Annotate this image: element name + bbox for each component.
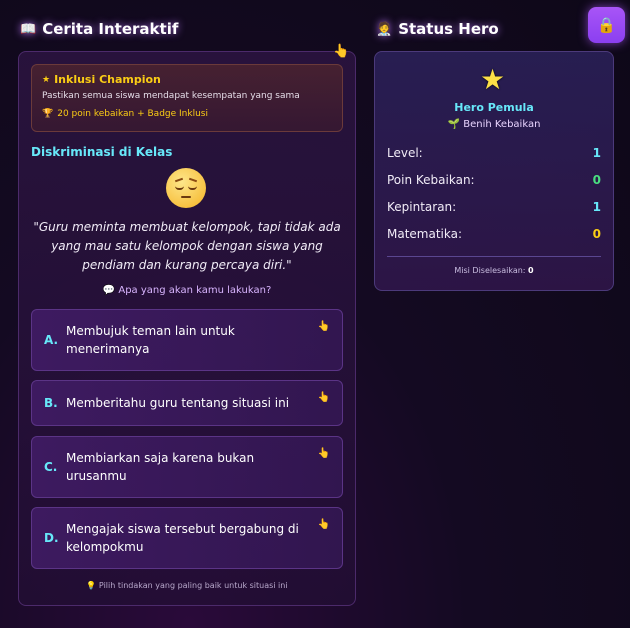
- mission-reward-text: 20 poin kebaikan + Badge Inklusi: [57, 109, 208, 119]
- stat-label: Level:: [387, 146, 423, 160]
- mission-card: ★ Inklusi Champion Pastikan semua siswa …: [31, 64, 343, 132]
- stat-value: 0: [592, 227, 601, 241]
- pensive-face-icon: [166, 168, 206, 208]
- choice-text: Membujuk teman lain untuk menerimanya: [66, 324, 235, 356]
- choice-text: Membiarkan saja karena bukan urusanmu: [66, 451, 255, 483]
- scene-title: Diskriminasi di Kelas: [31, 145, 173, 159]
- choice-text: Mengajak siswa tersebut bergabung di kel…: [66, 522, 299, 554]
- panel-title-story: 📖 Cerita Interaktif: [20, 19, 178, 39]
- pointer-hand-icon: 👆: [317, 321, 330, 332]
- pointer-hand-icon: 👆: [317, 392, 330, 403]
- hint-text: 💡 Pilih tindakan yang paling baik untuk …: [30, 581, 344, 590]
- stat-kepintaran: Kepintaran: 1: [387, 200, 601, 214]
- trophy-icon: 🏆: [42, 109, 54, 119]
- missions-value: 0: [528, 266, 534, 275]
- choice-letter: A.: [44, 333, 59, 347]
- choice-letter: C.: [44, 460, 58, 474]
- stat-poin-kebaikan: Poin Kebaikan: 0: [387, 173, 601, 187]
- mission-description: Pastikan semua siswa mendapat kesempatan…: [42, 91, 300, 101]
- divider: [387, 256, 601, 257]
- hero-rank: Hero Pemula: [454, 101, 534, 114]
- stat-label: Poin Kebaikan:: [387, 173, 475, 187]
- stat-matematika: Matematika: 0: [387, 227, 601, 241]
- hero-subtitle: 🌱 Benih Kebaikan: [374, 119, 614, 130]
- hint-label: Pilih tindakan yang paling baik untuk si…: [98, 581, 288, 590]
- stat-value: 1: [592, 200, 601, 214]
- pointer-hand-icon: 👆: [317, 519, 330, 530]
- pointer-hand-icon: 👆: [317, 448, 330, 459]
- star-icon: ★: [42, 74, 51, 85]
- lock-icon: 🔒: [597, 16, 616, 34]
- stat-value: 0: [592, 173, 601, 187]
- stat-level: Level: 1: [387, 146, 601, 160]
- mission-reward: 🏆 20 poin kebaikan + Badge Inklusi: [42, 109, 332, 119]
- hero-subtitle-text: Benih Kebaikan: [463, 119, 541, 130]
- star-icon: ★: [480, 63, 506, 96]
- lock-button[interactable]: 🔒: [588, 7, 625, 43]
- hero-title-label: Status Hero: [398, 20, 499, 38]
- stat-label: Matematika:: [387, 227, 463, 241]
- mission-title-text: Inklusi Champion: [54, 73, 161, 86]
- question-prompt-text: Apa yang akan kamu lakukan?: [118, 285, 272, 296]
- panel-title-hero: 🧑‍⚕️ Status Hero: [376, 19, 499, 39]
- choice-c-button[interactable]: C. Membiarkan saja karena bukan urusanmu…: [31, 436, 343, 498]
- choice-letter: D.: [44, 531, 59, 545]
- stat-value: 1: [592, 146, 601, 160]
- lightbulb-icon: 💡: [86, 581, 97, 590]
- question-prompt: 💬 Apa yang akan kamu lakukan?: [30, 285, 344, 296]
- story-quote: "Guru meminta membuat kelompok, tapi tid…: [33, 220, 341, 272]
- hero-icon: 🧑‍⚕️: [376, 21, 393, 37]
- choice-text: Memberitahu guru tentang situasi ini: [66, 396, 290, 410]
- seedling-icon: 🌱: [447, 119, 461, 130]
- book-icon: 📖: [20, 21, 37, 37]
- choice-letter: B.: [44, 396, 58, 410]
- missions-completed: Misi Diselesaikan: 0: [374, 266, 614, 275]
- speech-bubble-icon: 💬: [102, 285, 116, 296]
- choice-d-button[interactable]: D. Mengajak siswa tersebut bergabung di …: [31, 507, 343, 569]
- mission-title: ★ Inklusi Champion: [42, 73, 332, 86]
- choice-a-button[interactable]: A. Membujuk teman lain untuk menerimanya…: [31, 309, 343, 371]
- missions-label: Misi Diselesaikan:: [454, 266, 526, 275]
- choice-b-button[interactable]: B. Memberitahu guru tentang situasi ini …: [31, 380, 343, 426]
- story-title-label: Cerita Interaktif: [42, 20, 179, 38]
- stat-label: Kepintaran:: [387, 200, 457, 214]
- pointer-hand-icon: 👆: [333, 44, 350, 59]
